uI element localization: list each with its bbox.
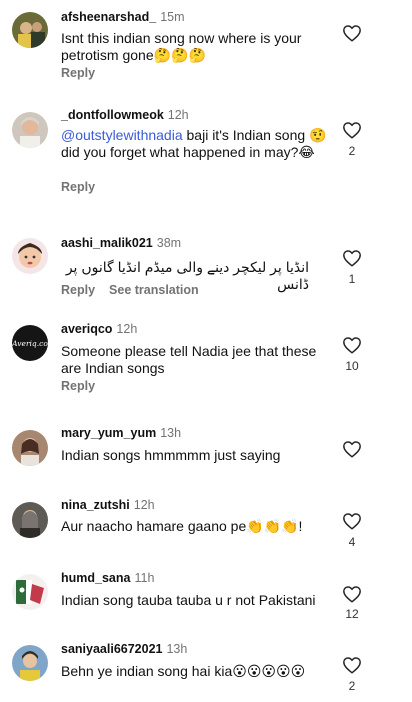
username[interactable]: saniyaali6672021 [61, 642, 162, 656]
avatar[interactable] [12, 12, 48, 48]
comment-text: Isnt this indian song now where is your … [61, 30, 302, 63]
avatar[interactable]: Averiq.co [12, 325, 48, 361]
timestamp: 13h [166, 642, 188, 656]
avatar[interactable] [12, 238, 48, 274]
comment-text: Indian songs hmmmmm just saying [61, 447, 281, 463]
comment-text: Someone please tell Nadia jee that these… [61, 343, 317, 376]
heart-outline-icon [343, 122, 361, 139]
heart-outline-icon [343, 337, 361, 354]
username[interactable]: mary_yum_yum [61, 426, 156, 440]
see-translation-button[interactable]: See translation [109, 283, 199, 297]
username[interactable]: averiqco [61, 322, 112, 336]
timestamp: 12h [133, 498, 155, 512]
username[interactable]: aashi_malik021 [61, 236, 153, 250]
like-button[interactable] [342, 249, 362, 267]
reply-button[interactable]: Reply [61, 379, 95, 393]
comment-text: Behn ye indian song hai kia😮😮😮😮😮 [61, 663, 306, 679]
comment-text: Aur naacho hamare gaano pe👏👏👏! [61, 518, 303, 534]
comment-text: @outstylewithnadia baji it's Indian song… [61, 127, 327, 160]
avatar[interactable] [12, 112, 48, 148]
avatar[interactable] [12, 574, 48, 610]
timestamp: 15m [160, 10, 185, 24]
username[interactable]: nina_zutshi [61, 498, 130, 512]
username[interactable]: afsheenarshad_ [61, 10, 156, 24]
heart-outline-icon [343, 25, 361, 42]
username[interactable]: humd_sana [61, 571, 130, 585]
timestamp: 13h [160, 426, 182, 440]
like-count: 10 [345, 359, 359, 373]
avatar[interactable] [12, 645, 48, 681]
like-count: 4 [348, 535, 356, 549]
timestamp: 11h [134, 571, 155, 585]
reply-button[interactable]: Reply [61, 283, 95, 297]
reply-button[interactable]: Reply [61, 180, 95, 194]
heart-outline-icon [343, 586, 361, 603]
like-button[interactable] [342, 585, 362, 603]
like-count: 2 [348, 144, 356, 158]
reply-button[interactable]: Reply [61, 66, 95, 80]
like-count: 2 [348, 679, 356, 693]
like-count: 1 [348, 272, 356, 286]
like-button[interactable] [342, 440, 362, 458]
mention-link[interactable]: @outstylewithnadia [61, 127, 183, 143]
timestamp: 38m [156, 236, 182, 250]
like-button[interactable] [342, 656, 362, 674]
comment-text: Indian song tauba tauba u r not Pakistan… [61, 592, 316, 608]
avatar-logo-text: Averiq.co [12, 339, 48, 348]
like-button[interactable] [342, 336, 362, 354]
timestamp: 12h [116, 322, 138, 336]
avatar[interactable] [12, 502, 48, 538]
heart-outline-icon [343, 513, 361, 530]
heart-outline-icon [343, 250, 361, 267]
heart-outline-icon [343, 441, 361, 458]
timestamp: 12h [167, 108, 189, 122]
username[interactable]: _dontfollowmeok [61, 108, 164, 122]
heart-outline-icon [343, 657, 361, 674]
avatar[interactable] [12, 430, 48, 466]
like-button[interactable] [342, 512, 362, 530]
like-button[interactable] [342, 24, 362, 42]
like-count: 12 [345, 607, 359, 621]
like-button[interactable] [342, 121, 362, 139]
